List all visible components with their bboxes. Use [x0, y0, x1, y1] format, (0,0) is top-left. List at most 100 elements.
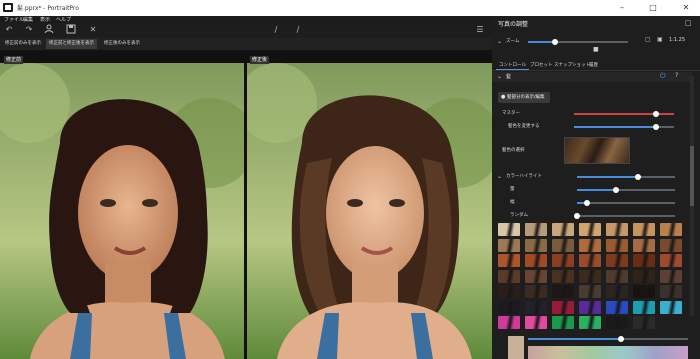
close-icon[interactable]: ✕	[87, 24, 99, 36]
hair-swatch[interactable]	[606, 223, 628, 236]
highlight-knob[interactable]	[634, 174, 641, 180]
hair-swatch[interactable]	[660, 254, 682, 267]
hair-swatch[interactable]	[552, 285, 574, 298]
hair-swatch[interactable]	[552, 269, 574, 283]
close-button[interactable]: ✕	[674, 0, 698, 16]
actual-size-icon[interactable]: ▣	[657, 36, 663, 43]
pin-icon[interactable]: □	[685, 19, 692, 27]
hair-swatch[interactable]	[660, 285, 682, 298]
hair-swatch[interactable]	[525, 269, 547, 283]
shine-slider[interactable]	[574, 124, 674, 130]
hair-swatch[interactable]	[525, 254, 547, 267]
hair-section-header[interactable]: ⌄ 髪 ⏻ ?	[492, 72, 692, 82]
save-icon[interactable]	[65, 24, 77, 36]
brush-plus-icon[interactable]: ∕	[292, 24, 304, 36]
hair-swatch[interactable]	[525, 285, 547, 298]
master-slider[interactable]	[574, 111, 674, 117]
hair-swatch[interactable]	[633, 223, 655, 236]
hair-swatch[interactable]	[552, 316, 574, 329]
layers-icon[interactable]: ☰	[474, 24, 486, 36]
collapse-icon[interactable]: ⌄	[497, 173, 502, 180]
trash-icon[interactable]: ■	[593, 46, 599, 53]
menu-file[interactable]: ファイル	[4, 16, 24, 23]
hair-swatch[interactable]	[579, 316, 601, 329]
master-knob[interactable]	[653, 111, 659, 117]
tab-after-only[interactable]: 修正後のみを表示	[101, 39, 143, 49]
hair-swatch[interactable]	[579, 285, 601, 298]
menu-help[interactable]: ヘルプ	[56, 16, 71, 23]
menu-edit[interactable]: 編集	[23, 16, 33, 23]
hair-swatch[interactable]	[552, 300, 574, 314]
hair-swatch[interactable]	[606, 254, 628, 267]
hair-swatch[interactable]	[579, 254, 601, 267]
minimize-button[interactable]: –	[610, 0, 634, 16]
hair-swatch[interactable]	[660, 223, 682, 236]
hair-swatch[interactable]	[606, 269, 628, 283]
menu-view[interactable]: 表示	[40, 16, 50, 23]
hair-swatch[interactable]	[498, 254, 520, 267]
hair-swatch[interactable]	[552, 223, 574, 236]
tab-before-only[interactable]: 修正前のみを表示	[2, 39, 44, 49]
undo-icon[interactable]: ↶	[3, 24, 15, 36]
power-icon[interactable]: ⏻	[660, 72, 666, 81]
panel-scrollbar[interactable]	[690, 76, 694, 316]
shine-knob[interactable]	[653, 124, 659, 130]
hair-swatch[interactable]	[633, 269, 655, 283]
hair-swatch[interactable]	[606, 316, 628, 329]
hue-gradient[interactable]	[528, 346, 688, 359]
scrollbar-thumb[interactable]	[690, 146, 694, 206]
edit-hair-button[interactable]: ● 髪部分の表示/編集	[498, 92, 550, 103]
amount-knob[interactable]	[613, 187, 620, 193]
hair-swatch[interactable]	[579, 238, 601, 252]
hair-swatch[interactable]	[633, 254, 655, 267]
hair-swatch[interactable]	[579, 269, 601, 283]
hue-slider[interactable]	[528, 336, 688, 342]
hair-swatch[interactable]	[606, 300, 628, 314]
tab-controls[interactable]: コントロール	[496, 61, 529, 70]
zoom-knob[interactable]	[552, 39, 558, 45]
random-slider[interactable]	[574, 213, 675, 219]
hair-swatch[interactable]	[633, 316, 655, 329]
hair-swatch[interactable]	[525, 316, 547, 329]
hair-swatch[interactable]	[606, 285, 628, 298]
window-title: 髪.pprx* - PortraitPro	[17, 5, 79, 12]
person-icon[interactable]	[43, 24, 55, 36]
hair-swatch[interactable]	[660, 269, 682, 283]
hair-swatch[interactable]	[552, 238, 574, 252]
fit-icon[interactable]: ▢	[645, 36, 651, 43]
hair-swatch[interactable]	[525, 238, 547, 252]
redo-icon[interactable]: ↷	[23, 24, 35, 36]
image-view[interactable]: 修正前 修正後	[0, 50, 492, 359]
amount-slider[interactable]	[577, 187, 675, 193]
hair-swatch[interactable]	[498, 285, 520, 298]
hair-swatch[interactable]	[660, 238, 682, 252]
hair-swatch[interactable]	[498, 223, 520, 236]
hair-swatch[interactable]	[498, 316, 520, 329]
hair-swatch[interactable]	[498, 300, 520, 314]
hair-swatch[interactable]	[498, 269, 520, 283]
hair-swatch[interactable]	[579, 223, 601, 236]
hair-swatch[interactable]	[525, 223, 547, 236]
highlight-slider[interactable]	[577, 174, 675, 180]
hair-swatch[interactable]	[633, 285, 655, 298]
hair-swatch[interactable]	[633, 300, 655, 314]
hair-swatch[interactable]	[579, 300, 601, 314]
hair-swatch[interactable]	[660, 300, 682, 314]
help-icon[interactable]: ?	[675, 72, 678, 79]
random-knob[interactable]	[574, 213, 580, 219]
size-knob[interactable]	[583, 200, 590, 206]
hair-swatch[interactable]	[633, 238, 655, 252]
hair-swatch[interactable]	[606, 238, 628, 252]
hue-knob[interactable]	[617, 336, 624, 342]
hair-color-preview[interactable]	[564, 137, 630, 164]
hair-swatch[interactable]	[552, 254, 574, 267]
collapse-icon[interactable]: ⌄	[497, 38, 502, 45]
maximize-button[interactable]: □	[641, 0, 665, 16]
hair-swatch[interactable]	[525, 300, 547, 314]
tab-before-after[interactable]: 修正前と修正後を表示	[46, 39, 97, 49]
hair-swatch[interactable]	[498, 238, 520, 252]
size-slider[interactable]	[577, 200, 675, 206]
tab-history[interactable]: 履歴	[586, 61, 601, 70]
zoom-slider[interactable]	[528, 39, 628, 45]
brush-icon[interactable]: ∕	[270, 24, 282, 36]
